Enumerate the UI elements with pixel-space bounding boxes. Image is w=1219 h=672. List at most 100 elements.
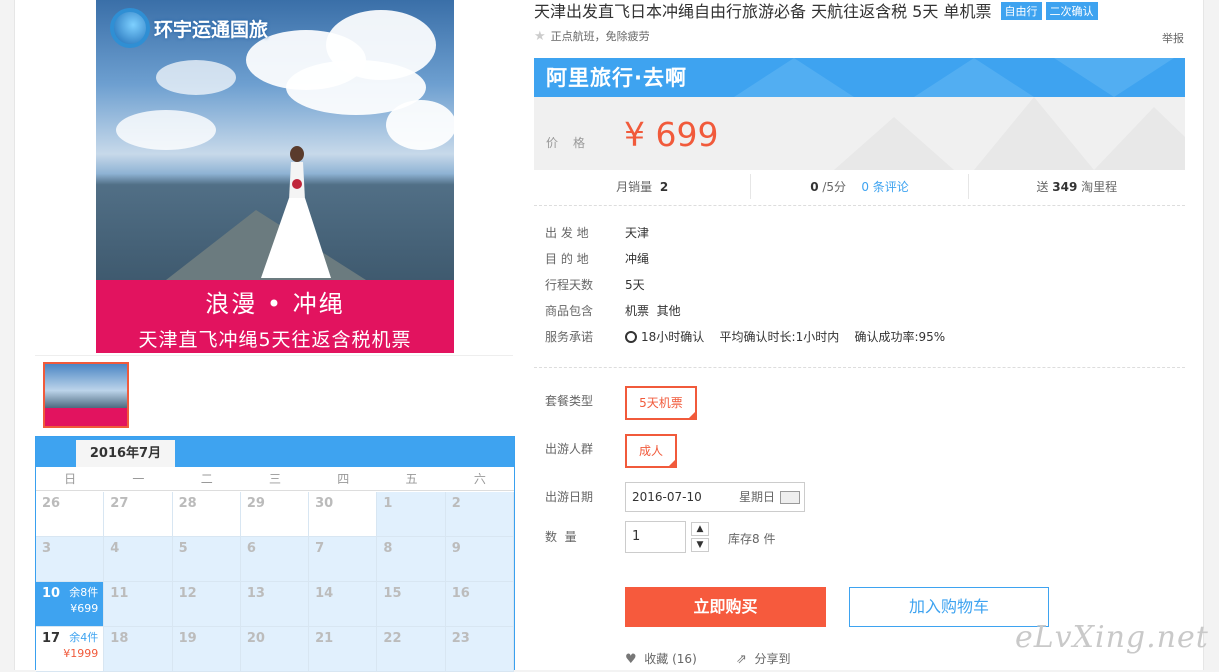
favorite-link[interactable]: ♥ 收藏 (16) xyxy=(625,650,697,667)
group-option[interactable]: 成人 xyxy=(625,434,677,468)
brand-text: 阿里旅行·去啊 xyxy=(546,66,687,90)
price-label: 价格 xyxy=(546,136,601,150)
package-label: 套餐类型 xyxy=(545,394,594,408)
calendar-day: 7 xyxy=(309,537,378,582)
calendar-day: 30 xyxy=(309,492,378,537)
subtitle-row: ★ 正点航班，免除疲劳 举报 xyxy=(534,28,1184,48)
attr-includes: 商品包含 机票 其他 xyxy=(545,304,681,318)
weekday-label: 五 xyxy=(405,472,418,486)
calendar-day: 11 xyxy=(104,582,173,627)
weekday-label: 一 xyxy=(132,472,145,486)
calendar-month-tab[interactable]: 2016年7月 xyxy=(76,440,175,467)
calendar-day: 1 xyxy=(377,492,446,537)
calendar-grid: 26 27 28 29 30 1 2 3 4 5 6 7 8 9 10 余8件 … xyxy=(36,492,514,672)
tag-reconfirm: 二次确认 xyxy=(1045,2,1098,20)
package-option[interactable]: 5天机票 xyxy=(625,386,697,420)
heart-icon: ♥ xyxy=(625,652,637,667)
date-label: 出游日期 xyxy=(545,490,594,504)
day-number: 10 xyxy=(42,586,61,601)
share-link[interactable]: ⇗ 分享到 xyxy=(736,650,791,667)
attr-service: 服务承诺 18小时确认 平均确认时长:1小时内 确认成功率:95% xyxy=(545,330,946,344)
quantity-input[interactable]: 1 xyxy=(625,521,686,553)
calendar-day-selected[interactable]: 10 余8件 ¥699 xyxy=(36,582,105,627)
buy-now-button[interactable]: 立即购买 xyxy=(625,587,826,627)
product-page: 环宇运通国旅 浪漫 • 冲绳 天津直飞冲绳5天往返含税机票 2016年7月 日 … xyxy=(14,0,1208,672)
product-title: 天津出发直飞日本冲绳自由行旅游必备 天航往返含税 5天 单机票 自由行 二次确认 xyxy=(534,0,1204,22)
date-picker[interactable]: 2016-07-10 星期日 xyxy=(625,482,805,512)
divider xyxy=(534,367,1185,368)
main-product-image[interactable]: 环宇运通国旅 浪漫 • 冲绳 天津直飞冲绳5天往返含税机票 xyxy=(96,0,454,353)
calendar-day: 28 xyxy=(172,492,241,537)
attribute-list: 出 发 地天津 目 的 地冲绳 行程天数 5天 商品包含 机票 其他 服务承诺 18小… xyxy=(545,222,1185,352)
date-value: 2016-07-10 xyxy=(632,490,702,504)
price-value: ¥ 699 xyxy=(624,115,719,154)
rating: 0 /5分 0 条评论 xyxy=(751,174,969,199)
increment-button[interactable]: ▲ xyxy=(691,522,709,536)
calendar-day: 21 xyxy=(309,627,378,672)
stock-text: 库存8 件 xyxy=(728,532,776,546)
calendar-day: 18 xyxy=(104,627,173,672)
calendar-day: 27 xyxy=(104,492,173,537)
site-watermark: eLvXing.net xyxy=(1015,620,1209,655)
attr-destination: 目 的 地冲绳 xyxy=(545,252,650,266)
day-info: 余4件 ¥1999 xyxy=(63,630,98,662)
calendar-header: 2016年7月 xyxy=(36,437,514,467)
attr-departure: 出 发 地天津 xyxy=(545,226,650,240)
tag-free-travel: 自由行 xyxy=(1000,2,1042,20)
calendar-day: 12 xyxy=(172,582,241,627)
thumbnail-1[interactable] xyxy=(43,362,129,428)
day-stock: 余4件 xyxy=(69,631,99,644)
image-banner: 浪漫 • 冲绳 天津直飞冲绳5天往返含税机票 xyxy=(96,280,454,353)
weekday: 星期日 xyxy=(739,490,776,504)
calendar-day: 14 xyxy=(309,582,378,627)
star-icon: ★ xyxy=(534,29,546,44)
weekday-label: 三 xyxy=(268,472,281,486)
calendar-day: 15 xyxy=(377,582,446,627)
banner-line1: 浪漫 • 冲绳 xyxy=(205,290,345,318)
weekday-label: 六 xyxy=(473,472,486,486)
check-icon xyxy=(625,331,637,343)
subtitle: 正点航班，免除疲劳 xyxy=(550,30,650,43)
day-info: 余8件 ¥699 xyxy=(69,585,98,617)
calendar-day: 8 xyxy=(377,537,446,582)
calendar-day: 9 xyxy=(445,537,514,582)
calendar-day: 3 xyxy=(36,537,105,582)
day-price: ¥699 xyxy=(70,602,99,615)
decrement-button[interactable]: ▼ xyxy=(691,538,709,552)
day-stock: 余8件 xyxy=(69,586,99,599)
calendar-day: 2 xyxy=(445,492,514,537)
calendar-weekdays: 日 一 二 三 四 五 六 xyxy=(36,467,514,491)
calendar-day: 4 xyxy=(104,537,173,582)
attr-days: 行程天数 5天 xyxy=(545,278,645,292)
day-price: ¥1999 xyxy=(63,647,99,660)
calendar-day: 6 xyxy=(240,537,310,582)
calendar-icon[interactable] xyxy=(780,491,800,504)
stats-row: 月销量 2 0 /5分 0 条评论 送 349 淘里程 xyxy=(534,174,1185,206)
calendar-day: 13 xyxy=(240,582,310,627)
calendar-day: 16 xyxy=(445,582,514,627)
calendar-day: 23 xyxy=(445,627,514,672)
calendar-day: 29 xyxy=(240,492,310,537)
departure-calendar: 2016年7月 日 一 二 三 四 五 六 26 27 28 29 30 1 2… xyxy=(35,436,515,672)
weekday-label: 二 xyxy=(200,472,213,486)
group-label: 出游人群 xyxy=(545,442,594,456)
agency-logo: 环宇运通国旅 xyxy=(110,8,268,48)
reviews-link[interactable]: 0 条评论 xyxy=(861,180,908,194)
calendar-day: 5 xyxy=(172,537,241,582)
weekday-label: 四 xyxy=(337,472,350,486)
report-link[interactable]: 举报 xyxy=(1162,30,1184,46)
points: 送 349 淘里程 xyxy=(1036,180,1118,194)
day-number: 17 xyxy=(42,631,61,646)
calendar-day-available[interactable]: 17 余4件 ¥1999 xyxy=(36,627,105,672)
globe-logo-icon xyxy=(110,8,150,48)
title-text: 天津出发直飞日本冲绳自由行旅游必备 天航往返含税 5天 单机票 xyxy=(534,2,992,21)
quantity-label: 数 量 xyxy=(545,530,577,544)
share-icon: ⇗ xyxy=(736,652,747,667)
calendar-day: 22 xyxy=(377,627,446,672)
price-box: 价格 ¥ 699 xyxy=(534,97,1185,170)
brand-bar: 阿里旅行·去啊 xyxy=(534,58,1185,97)
calendar-day: 20 xyxy=(240,627,310,672)
monthly-sales: 月销量 2 xyxy=(534,174,752,199)
weekday-label: 日 xyxy=(64,472,77,486)
calendar-day: 19 xyxy=(172,627,241,672)
